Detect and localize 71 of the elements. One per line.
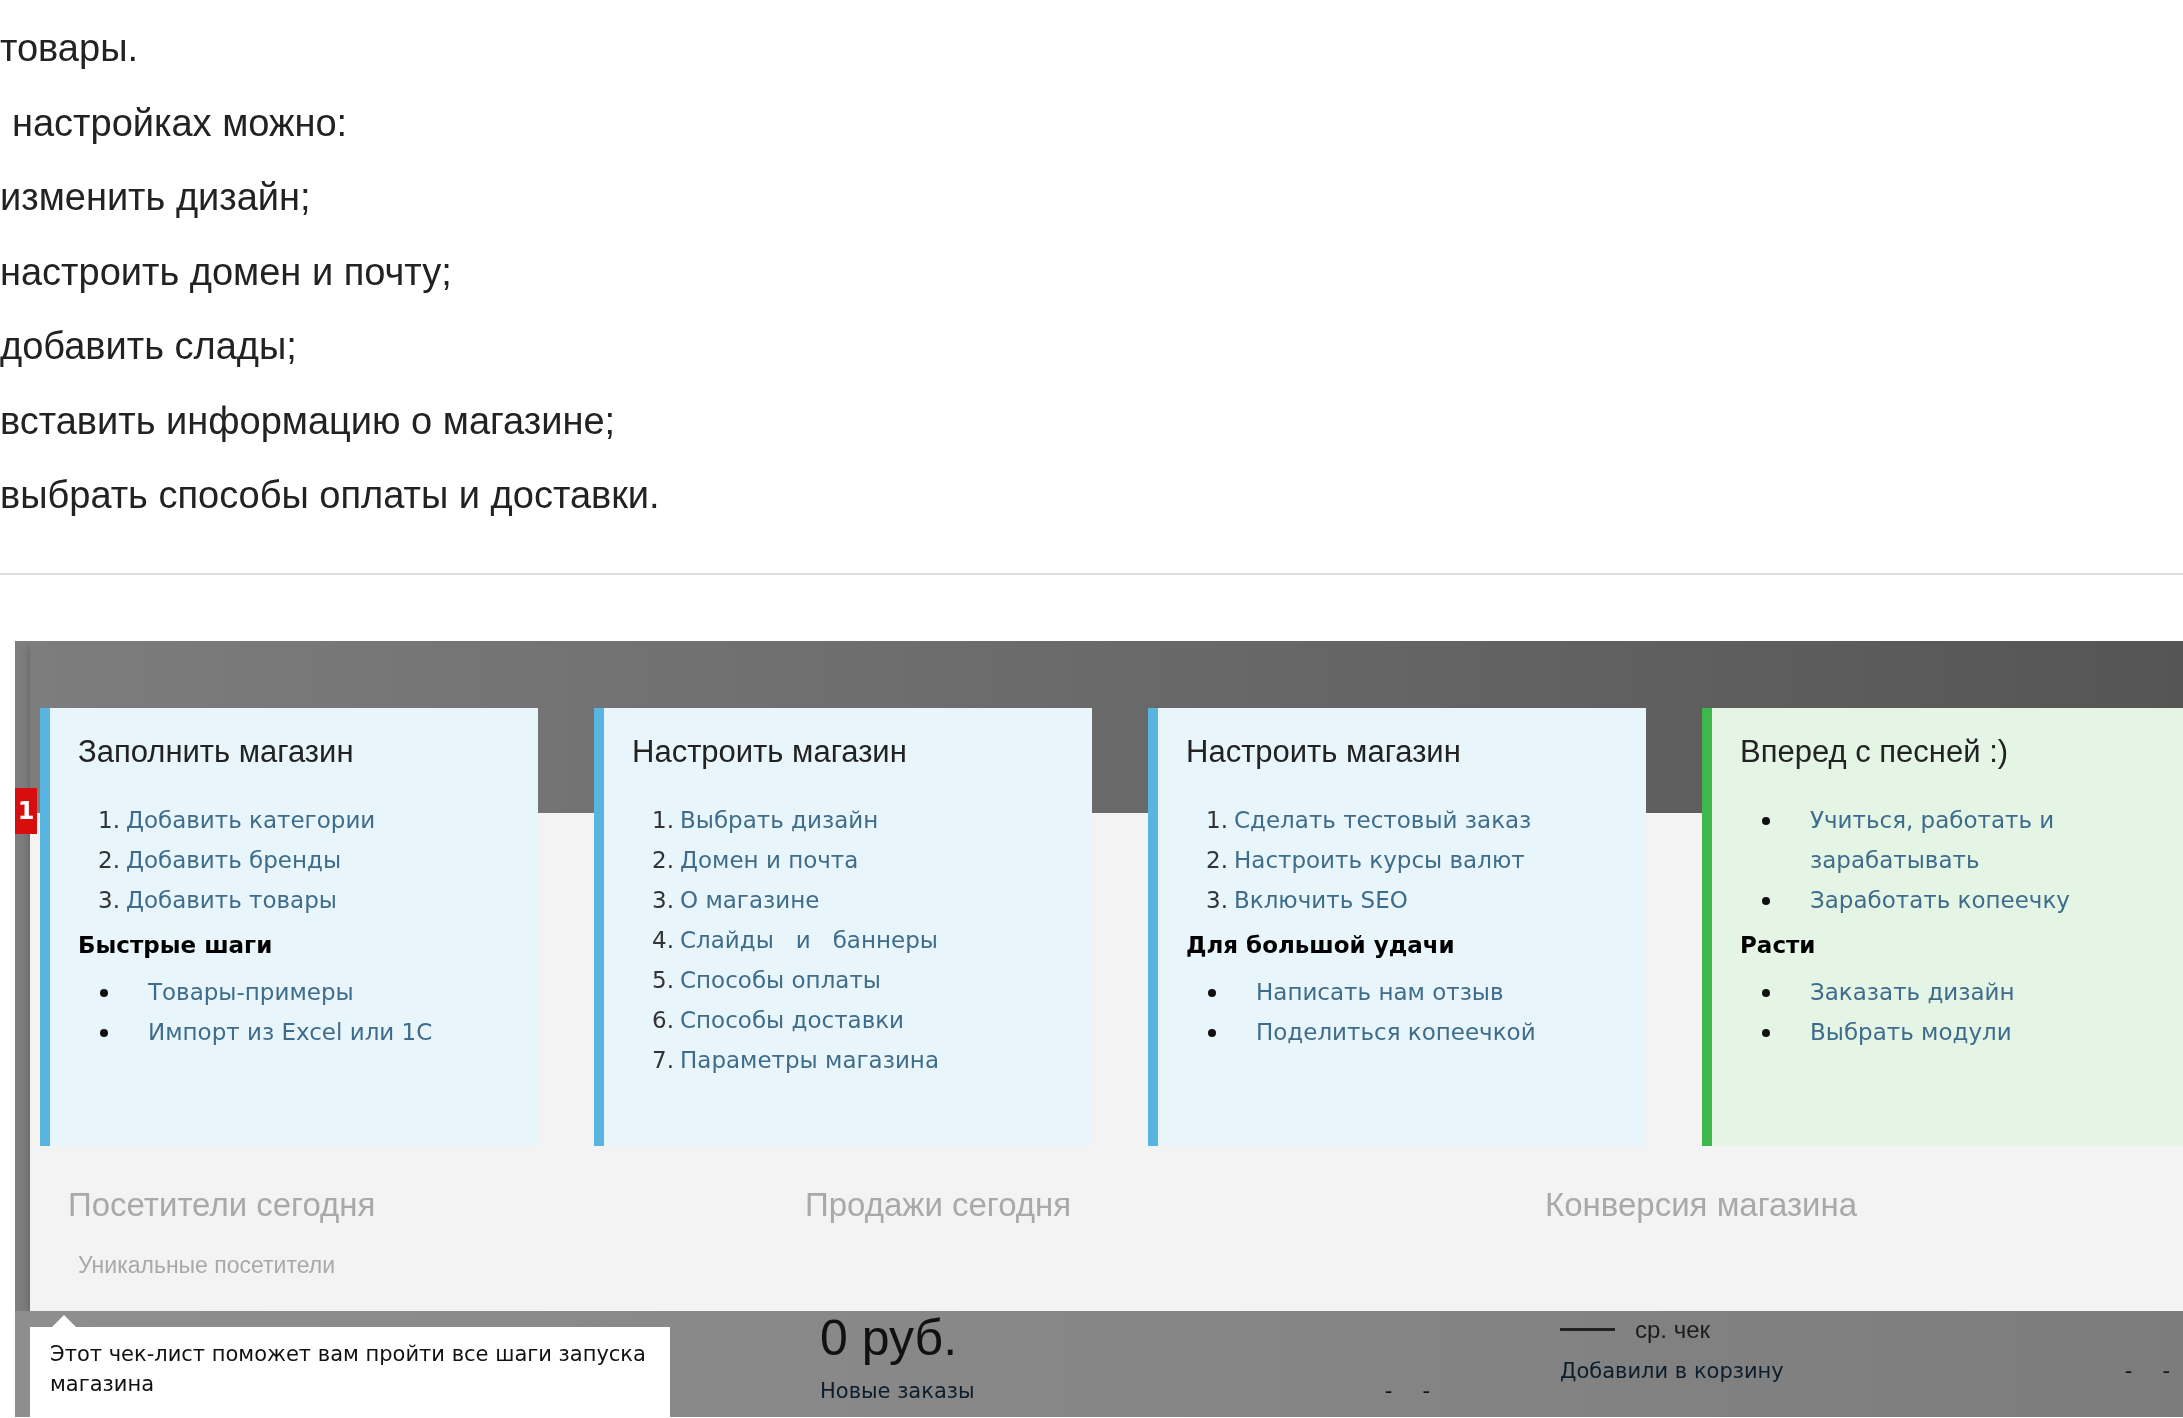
step-link[interactable]: Слайды и баннеры [680, 919, 938, 960]
stat-title: Конверсия магазина [1545, 1185, 1859, 1224]
step-number: 1. [652, 805, 675, 835]
metric-value: - [1384, 1378, 1393, 1403]
metric-label: Новые заказы [820, 1378, 975, 1403]
step-link[interactable]: Учиться, работать и зарабатывать [1810, 799, 2110, 880]
step-number: 5. [652, 965, 675, 995]
step-link[interactable]: Импорт из Excel или 1С [148, 1011, 433, 1052]
step-link[interactable]: Написать нам отзыв [1256, 971, 1504, 1012]
article-line: изменить дизайн; [0, 175, 312, 220]
step-link[interactable]: Настроить курсы валют [1234, 839, 1525, 880]
step-number: 4. [652, 925, 675, 955]
step-link[interactable]: Заказать дизайн [1810, 971, 2015, 1012]
stat-title: Посетители сегодня [68, 1185, 377, 1224]
article-line: настройках можно: [11, 100, 349, 146]
step-link[interactable]: Способы доставки [680, 999, 905, 1040]
card-title: Настроить магазин [1186, 733, 1462, 770]
bullet-icon [1208, 1028, 1216, 1037]
step-link[interactable]: О магазине [680, 879, 820, 920]
step-number: 2. [98, 845, 121, 875]
step-link[interactable]: Товары-примеры [148, 971, 354, 1012]
step-number: 3. [98, 885, 121, 915]
legend-line-icon [1560, 1328, 1615, 1331]
step-number: 6. [652, 1005, 675, 1035]
bullet-icon [1762, 988, 1770, 997]
step-link[interactable]: Параметры магазина [680, 1039, 939, 1080]
article-line: настроить домен и почту; [0, 249, 453, 295]
article-line: вставить информацию о магазине; [0, 398, 617, 444]
bullet-icon [1762, 816, 1770, 825]
tooltip-text: Этот чек-лист поможет вам пройти все шаги запуска магазина [50, 1340, 647, 1398]
section-heading: Расти [1740, 931, 1817, 958]
bullet-icon [1762, 1028, 1770, 1037]
step-link[interactable]: Добавить категории [126, 799, 376, 840]
bullet-icon [100, 1028, 108, 1037]
step-number: 7. [652, 1045, 675, 1075]
bullet-icon [1762, 896, 1770, 905]
step-number: 1. [98, 805, 121, 835]
stat-caption: Уникальные посетители [78, 1251, 337, 1279]
article-line: товары. [0, 26, 139, 71]
step-number: 3. [652, 885, 675, 915]
step-link[interactable]: Добавить бренды [126, 839, 342, 880]
metric-value: - [1422, 1378, 1430, 1403]
card-title: Настроить магазин [632, 733, 908, 770]
article-line: выбрать способы оплаты и доставки. [0, 473, 661, 518]
step-link[interactable]: Заработать копеечку [1810, 879, 2070, 920]
card-title: Заполнить магазин [78, 733, 355, 770]
step-number: 1. [1206, 805, 1229, 835]
stat-title: Продажи сегодня [805, 1185, 1073, 1224]
step-link[interactable]: Домен и почта [680, 839, 859, 880]
step-number: 3. [1206, 885, 1229, 915]
step-link[interactable]: Способы оплаты [680, 959, 881, 1000]
bullet-icon [1208, 988, 1216, 997]
step-number: 2. [1206, 845, 1229, 875]
step-link[interactable]: Включить SEO [1234, 879, 1408, 920]
metric-value: - [2124, 1358, 2133, 1383]
step-link[interactable]: Сделать тестовый заказ [1234, 799, 1532, 840]
metric-label: Добавили в корзину [1560, 1358, 1784, 1383]
article-line: добавить слады; [0, 324, 298, 369]
step-badge: 1 [15, 787, 37, 834]
step-link[interactable]: Выбрать дизайн [680, 799, 879, 840]
section-heading: Для большой удачи [1186, 931, 1456, 958]
card-title: Вперед с песней :) [1740, 733, 2010, 770]
bullet-icon [100, 988, 108, 997]
section-heading: Быстрые шаги [78, 931, 274, 958]
sales-value: 0 руб. [820, 1310, 959, 1365]
step-number: 2. [652, 845, 675, 875]
metric-value: - [2162, 1358, 2170, 1383]
step-link[interactable]: Выбрать модули [1810, 1011, 2012, 1052]
step-link[interactable]: Добавить товары [126, 879, 337, 920]
legend-label: ср. чек [1635, 1315, 1711, 1344]
step-link[interactable]: Поделиться копеечкой [1256, 1011, 1536, 1052]
